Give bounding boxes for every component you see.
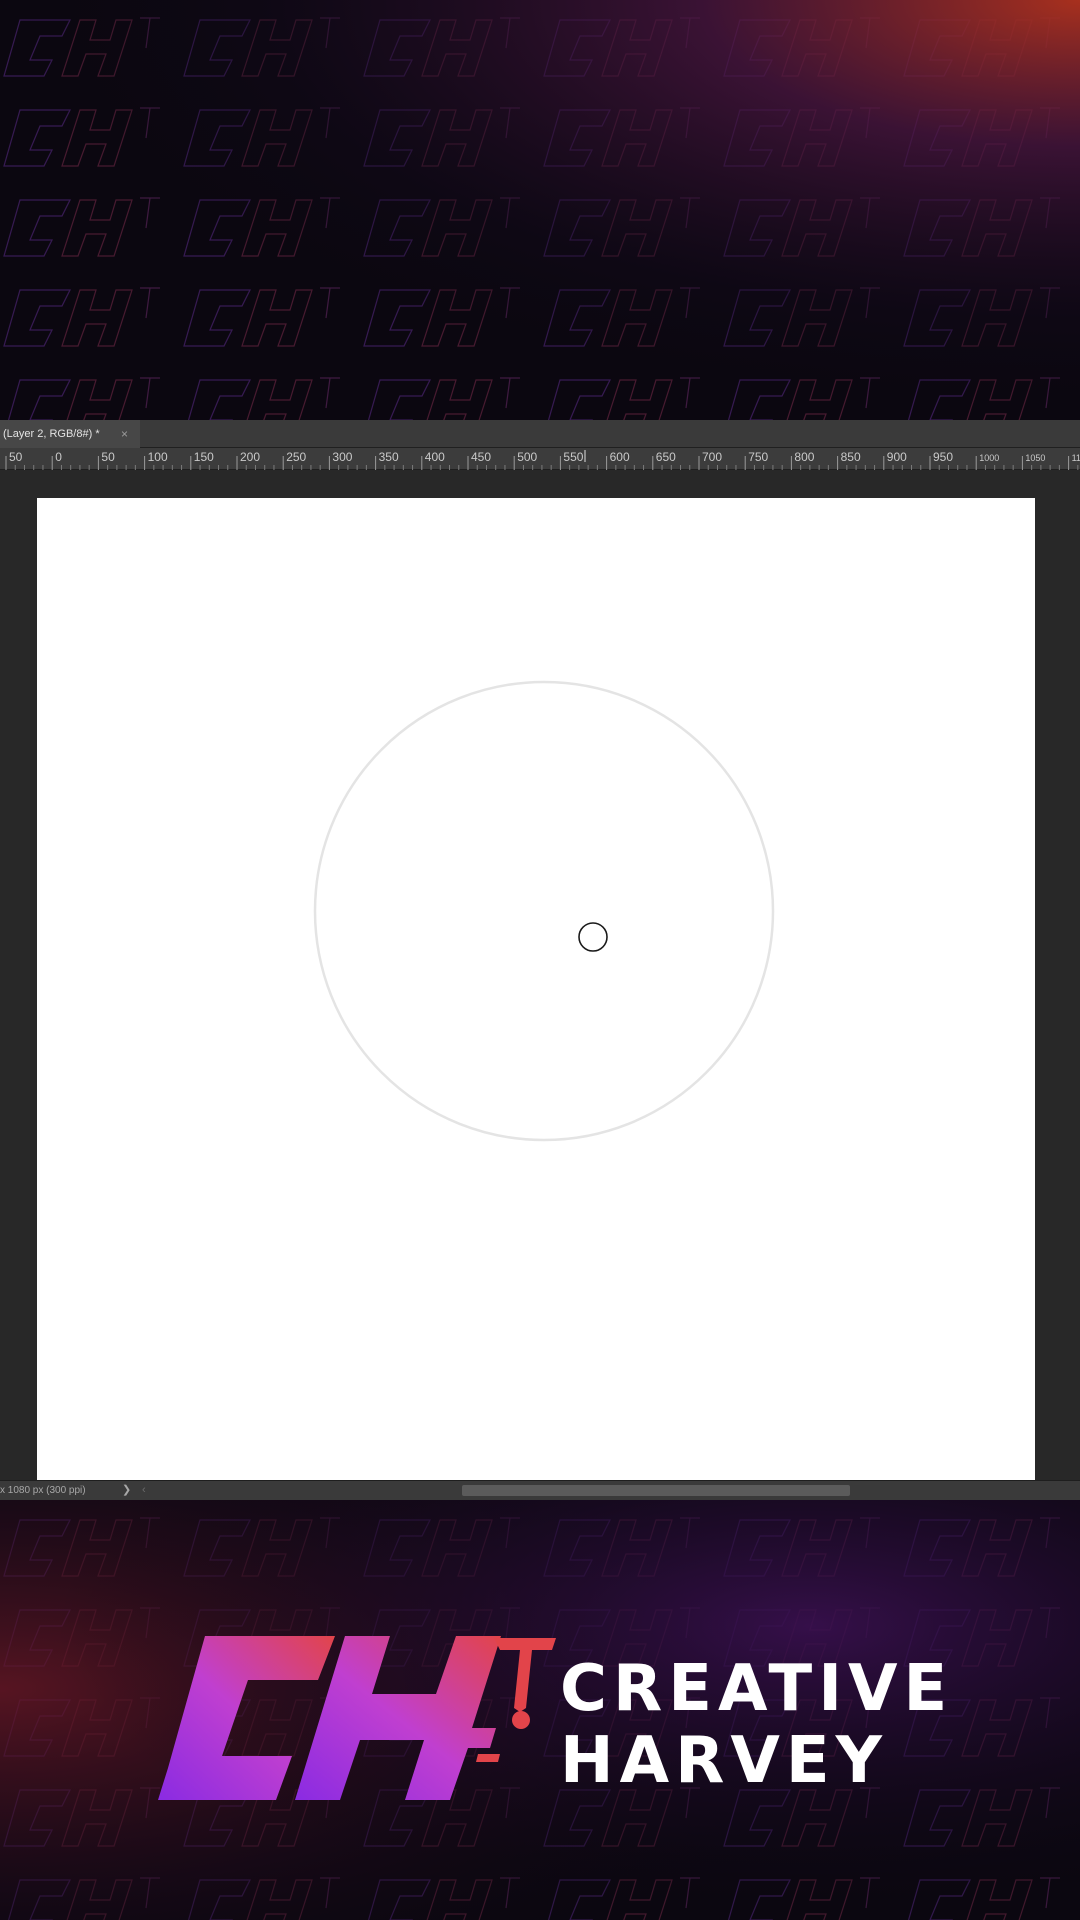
ruler-label: 50: [9, 450, 23, 464]
close-icon[interactable]: ×: [121, 420, 128, 448]
document-tab[interactable]: (Layer 2, RGB/8#) * ×: [0, 420, 140, 448]
ruler-label: 300: [332, 450, 352, 464]
document-tab-bar: (Layer 2, RGB/8#) * ×: [0, 420, 1080, 448]
document-canvas[interactable]: [37, 498, 1035, 1496]
canvas-content: [313, 680, 775, 1142]
ruler-label: 900: [887, 450, 907, 464]
circle-outline: [313, 680, 775, 1142]
ruler-label: 200: [240, 450, 260, 464]
canvas-area[interactable]: [0, 470, 1080, 1500]
ruler-label: 500: [517, 450, 537, 464]
horizontal-scrollbar-thumb[interactable]: [462, 1485, 850, 1496]
ruler-label: 150: [194, 450, 214, 464]
ruler-label: 0: [55, 450, 62, 464]
ruler-label: 100: [148, 450, 168, 464]
top-pattern-band: [0, 0, 1080, 420]
brush-circle-cursor: [578, 922, 608, 952]
ruler-label: 50: [101, 450, 115, 464]
ruler-label: 400: [425, 450, 445, 464]
ruler-label: 450: [471, 450, 491, 464]
horizontal-ruler: 50 0 50 100 150 200 250 300 350 400 450 500 550 600 65…: [0, 448, 1080, 470]
ruler-label: 650: [656, 450, 676, 464]
ruler-label: 1000: [979, 453, 999, 463]
ruler-label: 1050: [1025, 453, 1045, 463]
ruler-label: 250: [286, 450, 306, 464]
ruler-label: 800: [794, 450, 814, 464]
ruler-label: 750: [748, 450, 768, 464]
brush-cursor-halo: [577, 921, 609, 953]
ruler-label: 700: [702, 450, 722, 464]
scroll-left-arrow-icon[interactable]: ‹: [142, 1481, 146, 1500]
ruler-label: 850: [841, 450, 861, 464]
status-bar: x 1080 px (300 ppi) ❯ ‹: [0, 1480, 1080, 1500]
ruler-label: 1100: [1072, 453, 1080, 463]
photoshop-window: (Layer 2, RGB/8#) * × 50 0 50 100 150 200 250 3…: [0, 420, 1080, 1500]
ruler-label: 350: [379, 450, 399, 464]
ruler-label: 950: [933, 450, 953, 464]
ruler-label: 600: [610, 450, 630, 464]
brand-line-harvey: HARVEY: [560, 1724, 888, 1798]
ruler-label: 550: [563, 450, 583, 464]
brand-line-creative: CREATIVE: [560, 1652, 954, 1726]
document-tab-label: (Layer 2, RGB/8#) *: [3, 428, 100, 440]
document-size-status: x 1080 px (300 ppi): [0, 1485, 86, 1496]
background-pattern: [0, 0, 1080, 420]
ruler-ticks: 50 0 50 100 150 200 250 300 350 400 450 500 550 600 65…: [5, 450, 1080, 470]
status-menu-arrow-icon[interactable]: ❯: [122, 1481, 131, 1500]
